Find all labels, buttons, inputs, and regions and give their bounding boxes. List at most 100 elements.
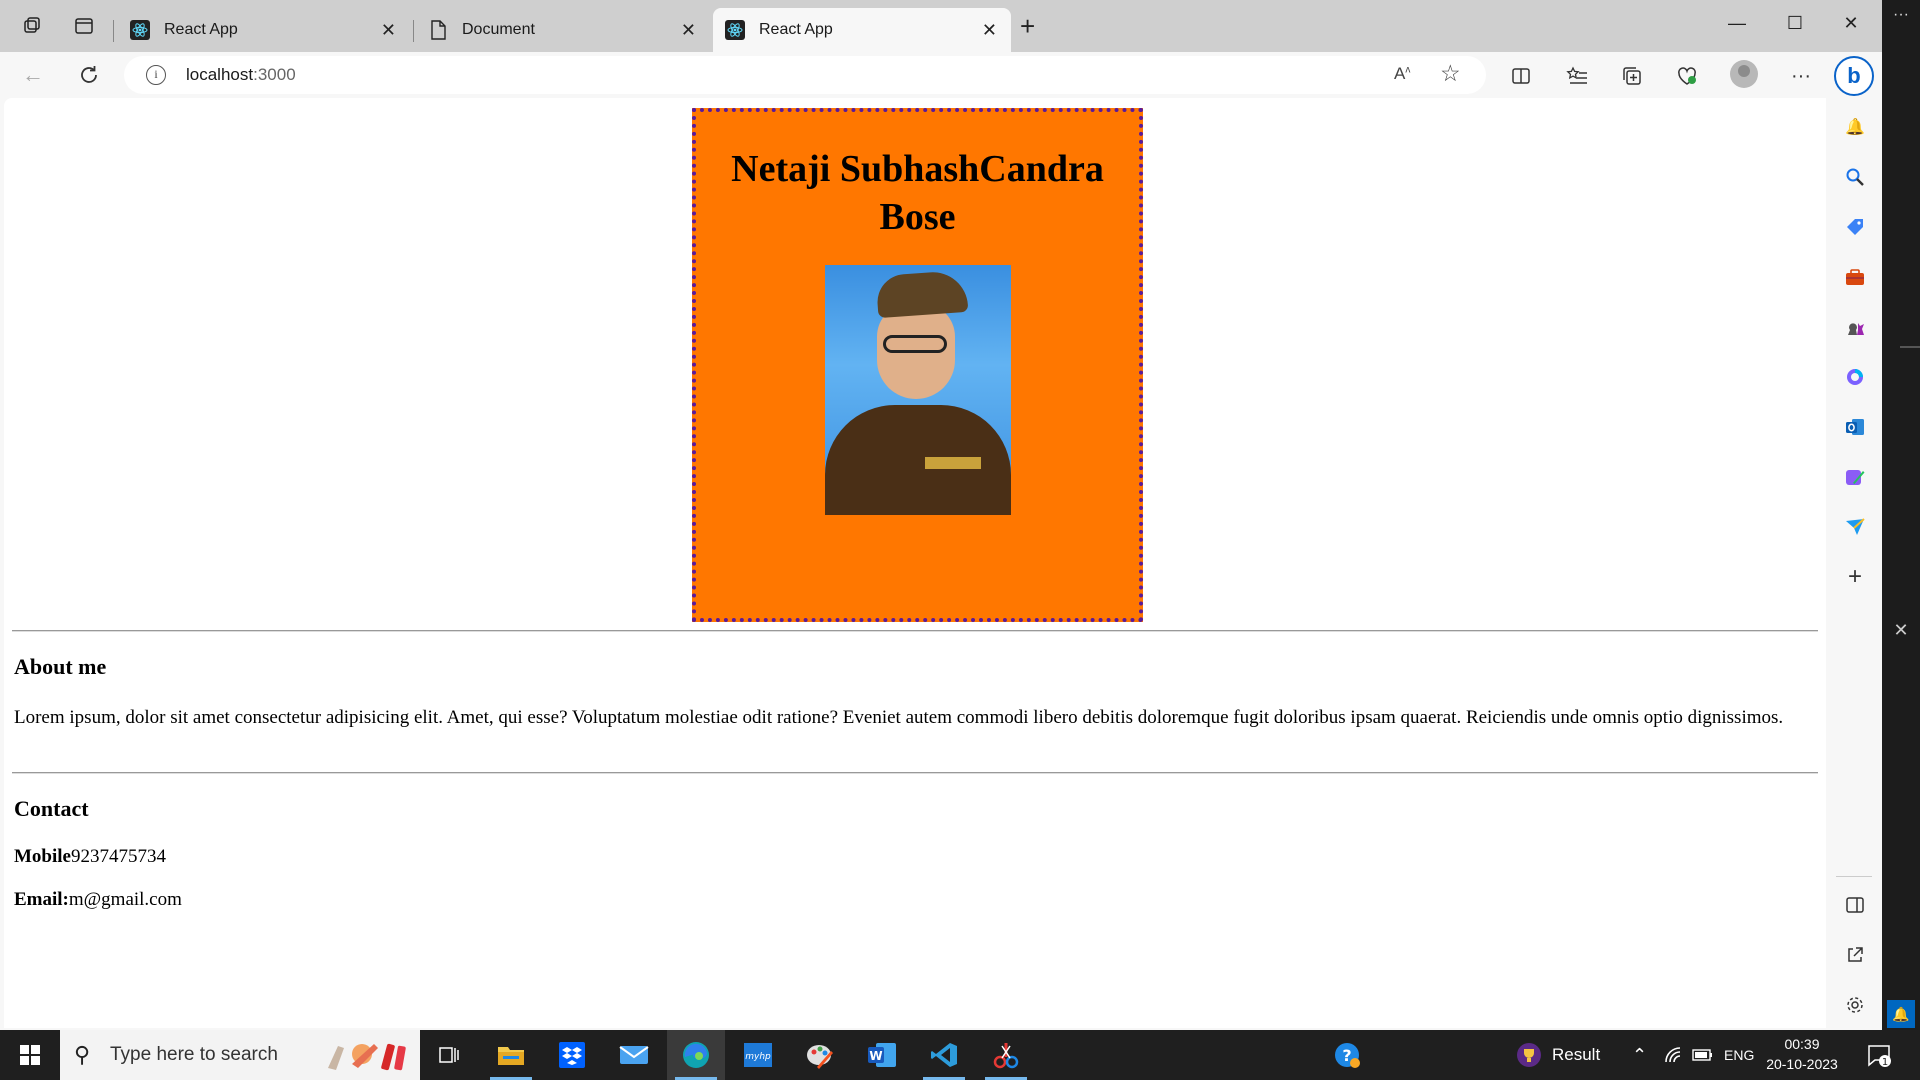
more-icon[interactable]: ··· — [1882, 0, 1920, 36]
word-icon[interactable]: W — [853, 1030, 911, 1080]
section-divider — [12, 630, 1818, 632]
tab-react-app-1[interactable]: React App ✕ — [118, 8, 410, 52]
url-text[interactable]: localhost:3000 — [186, 65, 296, 85]
workspaces-icon[interactable] — [18, 12, 46, 40]
hero-title: Netaji SubhashCandra Bose — [731, 148, 1104, 238]
hero-card: Netaji SubhashCandra Bose — [692, 108, 1143, 622]
taskbar-search[interactable]: ⚲ Type here to search — [60, 1030, 420, 1080]
add-icon[interactable]: + — [1842, 563, 1868, 590]
maximize-button[interactable]: ☐ — [1772, 8, 1818, 38]
sidebar-divider — [1836, 876, 1872, 877]
react-icon — [725, 20, 745, 40]
chess-icon[interactable] — [1842, 314, 1868, 340]
browser-essentials-icon[interactable] — [1674, 63, 1700, 89]
result-label: Result — [1552, 1045, 1601, 1064]
more-menu-icon[interactable]: ··· — [1788, 63, 1814, 89]
close-tab-icon[interactable]: ✕ — [381, 20, 396, 41]
about-heading: About me — [14, 654, 107, 679]
favorite-star-icon[interactable]: ☆ — [1440, 60, 1461, 87]
snipping-tool-icon[interactable] — [977, 1030, 1035, 1080]
close-tab-icon[interactable]: ✕ — [681, 20, 696, 41]
favorites-icon[interactable] — [1564, 63, 1590, 89]
page-viewport: Netaji SubhashCandra Bose About me Lorem… — [4, 98, 1826, 1028]
battery-icon[interactable] — [1692, 1030, 1714, 1080]
windows-taskbar: ⚲ Type here to search myhp W ? Result ⌃ … — [0, 1030, 1920, 1080]
contact-heading: Contact — [14, 796, 89, 821]
shopping-tag-icon[interactable] — [1842, 214, 1868, 240]
close-tab-icon[interactable]: ✕ — [982, 20, 997, 41]
tab-document[interactable]: Document ✕ — [416, 8, 710, 52]
task-view-icon[interactable] — [420, 1030, 478, 1080]
settings-icon[interactable] — [1842, 992, 1868, 1018]
vertical-tabs-icon[interactable] — [70, 12, 98, 40]
result-widget[interactable]: Result — [1516, 1030, 1600, 1080]
address-bar[interactable]: i localhost:3000 Aʌ ☆ — [124, 56, 1486, 94]
clock[interactable]: 00:39 20-10-2023 — [1762, 1034, 1842, 1074]
help-icon[interactable]: ? — [1332, 1030, 1362, 1080]
windows-logo-icon — [20, 1045, 40, 1065]
mail-icon[interactable] — [605, 1030, 663, 1080]
search-icon: ⚲ — [74, 1042, 91, 1067]
start-button[interactable] — [0, 1030, 60, 1080]
svg-text:myhp: myhp — [745, 1052, 771, 1062]
tab-label: React App — [164, 21, 238, 38]
scrollbar[interactable] — [1900, 346, 1920, 348]
vscode-icon[interactable] — [915, 1030, 973, 1080]
edge-sidebar: b 🔔 + — [1826, 52, 1882, 1030]
trophy-icon — [1517, 1043, 1541, 1067]
read-aloud-icon[interactable]: Aʌ — [1394, 64, 1410, 84]
tab-label: React App — [759, 21, 833, 38]
clock-time: 00:39 — [1784, 1036, 1820, 1052]
refresh-button[interactable] — [74, 60, 104, 90]
react-icon — [130, 20, 150, 40]
designer-icon[interactable] — [1842, 464, 1868, 490]
adjacent-window-strip: ··· ✕ 🔔 — [1882, 0, 1920, 1030]
tab-strip: React App ✕ Document ✕ React App ✕ + — ☐… — [0, 0, 1882, 52]
toolbox-icon[interactable] — [1842, 264, 1868, 290]
mobile-value: 9237475734 — [71, 846, 166, 867]
email-value: m@gmail.com — [68, 889, 182, 910]
notification-center-icon[interactable]: 1 — [1866, 1030, 1892, 1080]
file-explorer-icon[interactable] — [482, 1030, 540, 1080]
mobile-label: Mobile — [14, 846, 71, 867]
profile-avatar[interactable] — [1730, 60, 1758, 88]
search-highlight-art-icon — [328, 1043, 406, 1071]
back-button[interactable]: ← — [18, 60, 48, 90]
myhp-icon[interactable]: myhp — [729, 1030, 787, 1080]
outlook-icon[interactable] — [1842, 414, 1868, 440]
split-screen-icon[interactable] — [1508, 63, 1534, 89]
bell-icon[interactable]: 🔔 — [1842, 114, 1868, 140]
email-label: Email: — [14, 889, 69, 910]
office-icon[interactable] — [1842, 364, 1868, 390]
tab-react-app-active[interactable]: React App ✕ — [713, 8, 1011, 52]
svg-text:W: W — [869, 1049, 882, 1063]
email-field: Email:m@gmail.com — [14, 889, 182, 911]
mobile-field: Mobile9237475734 — [14, 846, 166, 868]
close-window-button[interactable]: ✕ — [1828, 8, 1874, 38]
notification-bell-icon[interactable]: 🔔 — [1887, 1000, 1915, 1028]
tab-separator — [113, 20, 114, 42]
new-tab-button[interactable]: + — [1020, 13, 1035, 39]
about-text: Lorem ipsum, dolor sit amet consectetur … — [14, 707, 1784, 728]
send-icon[interactable] — [1842, 514, 1868, 540]
language-indicator[interactable]: ENG — [1724, 1030, 1754, 1080]
collections-icon[interactable] — [1619, 63, 1645, 89]
show-hidden-icons-icon[interactable]: ⌃ — [1632, 1030, 1647, 1080]
wifi-icon[interactable] — [1664, 1030, 1684, 1080]
close-icon[interactable]: ✕ — [1882, 620, 1920, 641]
external-link-icon[interactable] — [1842, 942, 1868, 968]
portrait-image — [825, 265, 1011, 515]
browser-window: React App ✕ Document ✕ React App ✕ + — ☐… — [0, 0, 1882, 1030]
minimize-button[interactable]: — — [1714, 8, 1760, 38]
tab-separator — [413, 20, 414, 42]
edge-browser-icon[interactable] — [667, 1030, 725, 1080]
dropbox-icon[interactable] — [543, 1030, 601, 1080]
svg-text:1: 1 — [1882, 1057, 1888, 1068]
site-info-icon[interactable]: i — [146, 65, 166, 85]
paint-icon[interactable] — [791, 1030, 849, 1080]
bing-icon[interactable]: b — [1834, 56, 1874, 96]
search-icon[interactable] — [1842, 164, 1868, 190]
split-screen-icon[interactable] — [1842, 892, 1868, 918]
clock-date: 20-10-2023 — [1766, 1056, 1838, 1072]
section-divider — [12, 772, 1818, 774]
